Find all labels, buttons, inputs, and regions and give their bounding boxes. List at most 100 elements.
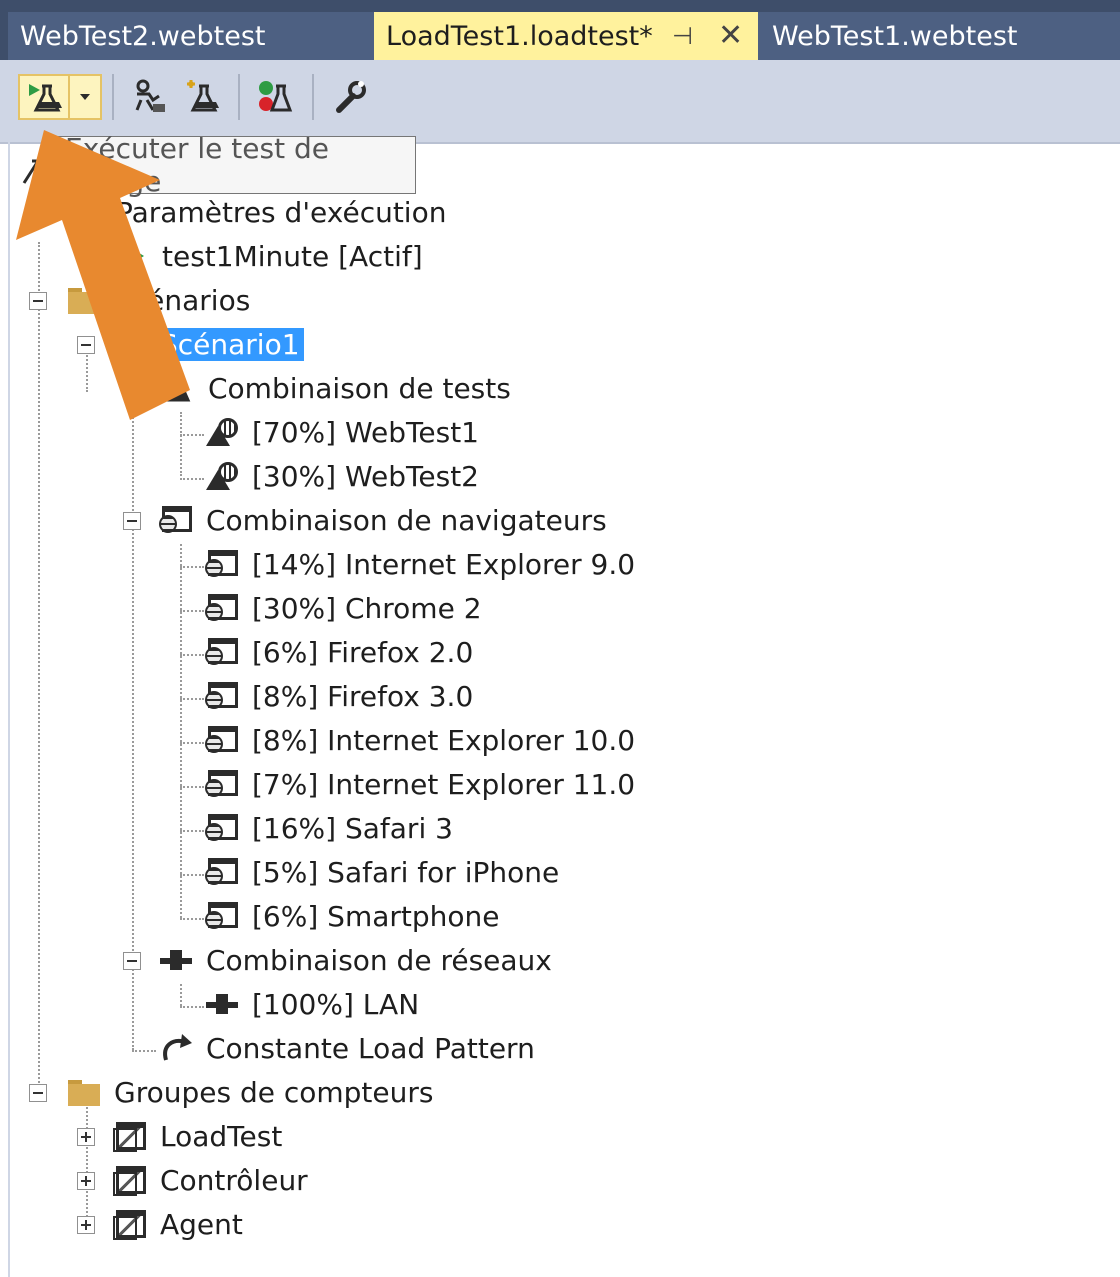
wrench-icon [336, 81, 366, 113]
node-label: [100%] LAN [252, 987, 420, 1021]
tree-connector [180, 654, 204, 656]
tree-node-browser[interactable]: [30%] Chrome 2 [204, 588, 486, 628]
close-icon[interactable]: ✕ [718, 18, 743, 53]
tree-node-browser[interactable]: [8%] Firefox 3.0 [204, 676, 477, 716]
collapse-toggle[interactable] [29, 1084, 47, 1102]
tree-node-run-setting-item[interactable]: test1Minute [Actif] [128, 236, 427, 276]
tree-connector [180, 610, 204, 612]
expand-toggle[interactable] [77, 1172, 95, 1190]
tree-node-browser[interactable]: [14%] Internet Explorer 9.0 [204, 544, 639, 584]
tree-connector [180, 742, 204, 744]
node-label: [30%] Chrome 2 [252, 591, 482, 625]
tree-connector [180, 434, 204, 436]
tree-node-browser[interactable]: [6%] Firefox 2.0 [204, 632, 477, 672]
load-test-icon [22, 159, 42, 184]
node-label: Combinaison de tests [208, 371, 511, 405]
tree-node-load-pattern[interactable]: Constante Load Pattern [158, 1028, 539, 1068]
tree-node-counter-groups[interactable]: Groupes de compteurs [66, 1072, 437, 1112]
manage-results-button[interactable] [252, 74, 296, 120]
node-label-selected: Scénario1 [156, 327, 304, 361]
browser-icon [204, 548, 240, 580]
tree-node-browser[interactable]: [16%] Safari 3 [204, 808, 457, 848]
tree-node-test[interactable]: [70%] WebTest1 [204, 412, 483, 452]
tree-node-scenario1[interactable]: Scénario1 [112, 324, 304, 364]
scenario-icon [112, 328, 148, 360]
browser-icon [204, 856, 240, 888]
browser-icon [204, 592, 240, 624]
node-label: [6%] Firefox 2.0 [252, 635, 474, 669]
tab-label: WebTest1.webtest [772, 20, 1018, 52]
tree-node-run-settings[interactable]: Paramètres d'exécution [112, 192, 450, 232]
toolbar-separator [112, 74, 114, 120]
tree-node-counter[interactable]: LoadTest [112, 1116, 286, 1156]
results-flask-icon [259, 81, 293, 112]
browser-icon [204, 812, 240, 844]
tree-node-browser[interactable]: [5%] Safari for iPhone [204, 852, 563, 892]
dropdown-arrow-icon [80, 94, 90, 100]
tree-node-scenarios[interactable]: Scénarios [66, 280, 254, 320]
webtest-icon [204, 460, 240, 492]
tree-node-browser[interactable]: [7%] Internet Explorer 11.0 [204, 764, 639, 804]
run-dropdown-button[interactable] [70, 74, 102, 120]
tab-label: WebTest2.webtest [20, 20, 266, 52]
tab-webtest1[interactable]: WebTest1.webtest [758, 12, 1120, 60]
add-scenario-button[interactable] [128, 74, 172, 120]
collapse-toggle[interactable] [29, 292, 47, 310]
tree-connector [180, 566, 204, 568]
network-icon [158, 944, 194, 976]
tree-connector [180, 1006, 204, 1008]
collapse-toggle[interactable] [77, 336, 95, 354]
node-label: [8%] Firefox 3.0 [252, 679, 474, 713]
tree-connector [180, 830, 204, 832]
tree-node-counter[interactable]: Agent [112, 1204, 247, 1244]
expand-toggle[interactable] [77, 1128, 95, 1146]
load-pattern-icon [163, 1034, 192, 1061]
tree-node-browser[interactable]: [6%] Smartphone [204, 896, 504, 936]
tree-node-network[interactable]: [100%] LAN [204, 984, 423, 1024]
tree-connector [180, 984, 182, 1006]
node-label: Contrôleur [160, 1163, 308, 1197]
folder-icon [66, 1076, 102, 1108]
node-label: Scénarios [114, 283, 251, 317]
browser-icon [204, 636, 240, 668]
run-load-test-button[interactable] [18, 74, 70, 120]
node-label: test1Minute [Actif] [162, 239, 423, 273]
node-label: Constante Load Pattern [206, 1031, 535, 1065]
node-label: Paramètres d'exécution [116, 195, 447, 229]
webtest-icon [204, 416, 240, 448]
settings-button[interactable] [328, 74, 372, 120]
active-play-icon [128, 246, 144, 266]
tree-node-network-mix[interactable]: Combinaison de réseaux [158, 940, 556, 980]
tab-webtest2[interactable]: WebTest2.webtest [8, 12, 374, 60]
tree-node-test-mix[interactable]: Combinaison de tests [158, 368, 515, 408]
tree-node-counter[interactable]: Contrôleur [112, 1160, 312, 1200]
tree-connector [180, 478, 204, 480]
node-label: [70%] WebTest1 [252, 415, 479, 449]
counter-icon [112, 1164, 148, 1196]
toolbar-separator [312, 74, 314, 120]
browser-icon [204, 680, 240, 712]
collapse-toggle[interactable] [123, 512, 141, 530]
node-label: [5%] Safari for iPhone [252, 855, 560, 889]
node-label: Groupes de compteurs [114, 1075, 434, 1109]
tree-root-node[interactable] [20, 152, 46, 192]
tree-connector [180, 874, 204, 876]
tree-node-browser[interactable]: [8%] Internet Explorer 10.0 [204, 720, 639, 760]
node-label: [30%] WebTest2 [252, 459, 479, 493]
node-label: Combinaison de navigateurs [206, 503, 607, 537]
add-scenario-icon [135, 79, 165, 112]
tab-loadtest1[interactable]: LoadTest1.loadtest* ⊣ ✕ [374, 12, 758, 60]
tree-connector [180, 918, 204, 920]
collapse-toggle[interactable] [123, 952, 141, 970]
tree-node-test[interactable]: [30%] WebTest2 [204, 456, 483, 496]
add-test-button[interactable] [180, 74, 224, 120]
document-tab-strip: WebTest2.webtest LoadTest1.loadtest* ⊣ ✕… [0, 0, 1120, 60]
expand-toggle[interactable] [77, 1216, 95, 1234]
tree-node-browser-mix[interactable]: Combinaison de navigateurs [158, 500, 611, 540]
node-label: [14%] Internet Explorer 9.0 [252, 547, 636, 581]
tree-connector [38, 242, 40, 1094]
network-icon [204, 988, 240, 1020]
tree-connector [180, 412, 182, 476]
pin-icon[interactable]: ⊣ [672, 22, 693, 50]
collapse-toggle[interactable] [123, 380, 141, 398]
